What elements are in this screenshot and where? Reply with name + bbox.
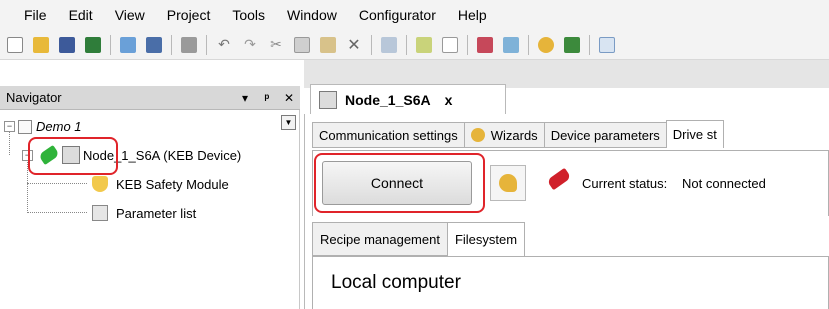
keb-compare-icon[interactable] [500, 34, 522, 56]
undo-icon[interactable]: ↶ [213, 34, 235, 56]
menu-edit[interactable]: Edit [57, 0, 103, 30]
menu-tools[interactable]: Tools [220, 0, 275, 30]
current-status-value: Not connected [682, 176, 766, 191]
close-icon[interactable]: ✕ [278, 91, 300, 105]
pin-icon[interactable]: ᵖ [256, 91, 278, 105]
export-icon[interactable] [561, 34, 583, 56]
tab-device-parameters[interactable]: Device parameters [543, 122, 667, 148]
keb-device-icon [319, 90, 337, 109]
page-icon[interactable] [439, 34, 461, 56]
toolbar-separator [406, 34, 407, 55]
paste-icon[interactable] [317, 34, 339, 56]
keb-config-icon[interactable] [117, 34, 139, 56]
navigator-title: Navigator [6, 90, 62, 105]
tree-label-safety-module: KEB Safety Module [116, 176, 229, 192]
toolbar: ↶ ↷ ✂ ✕ [0, 30, 829, 60]
current-status-label: Current status: [582, 176, 668, 191]
tab-drive-status[interactable]: Drive st [665, 120, 724, 148]
document-tab-label: Node_1_S6A [345, 91, 431, 108]
tree-item-safety-module[interactable]: KEB Safety Module [92, 176, 229, 192]
key-icon [499, 174, 517, 192]
collapse-icon[interactable]: − [4, 121, 15, 132]
open-icon[interactable] [30, 34, 52, 56]
tree-label-parameter-list: Parameter list [116, 205, 197, 221]
menu-view[interactable]: View [103, 0, 155, 30]
menu-help[interactable]: Help [446, 0, 497, 30]
tree-line [27, 183, 87, 184]
toolbar-separator [371, 34, 372, 55]
menu-configurator[interactable]: Configurator [347, 0, 446, 30]
keb-device-icon[interactable] [378, 34, 400, 56]
highlight-connect [314, 153, 485, 213]
close-icon[interactable]: x [445, 92, 453, 108]
menu-file[interactable]: File [12, 0, 57, 30]
tab-communication-settings[interactable]: Communication settings [312, 122, 465, 148]
new-icon[interactable] [4, 34, 26, 56]
toolbar-separator [467, 34, 468, 55]
tab-recipe-management[interactable]: Recipe management [312, 222, 448, 256]
key-button[interactable] [490, 165, 526, 201]
add-node-icon[interactable] [413, 34, 435, 56]
redo-icon[interactable]: ↷ [239, 34, 261, 56]
disconnected-plug-icon [546, 167, 572, 191]
document-tab-node[interactable]: Node_1_S6A x [310, 84, 506, 114]
tab-filesystem[interactable]: Filesystem [446, 222, 526, 256]
menu-project[interactable]: Project [155, 0, 221, 30]
drive-status-subtabs: Recipe management Filesystem [312, 222, 526, 256]
project-icon [18, 119, 32, 134]
cut-icon[interactable]: ✂ [265, 34, 287, 56]
tree-item-parameter-list[interactable]: Parameter list [92, 205, 196, 221]
import-icon[interactable] [82, 34, 104, 56]
menu-window[interactable]: Window [275, 0, 347, 30]
toolbar-separator [206, 34, 207, 55]
keb-save-icon[interactable] [143, 34, 165, 56]
toolbar-separator [528, 34, 529, 55]
chevron-down-icon[interactable]: ▾ [234, 91, 256, 105]
print-icon[interactable] [178, 34, 200, 56]
wand-icon [470, 128, 485, 142]
tab-wizards[interactable]: Wizards [463, 122, 545, 148]
toolbar-separator [110, 34, 111, 55]
device-subtabs: Communication settings Wizards Device pa… [312, 120, 724, 148]
keb-param-icon[interactable] [474, 34, 496, 56]
highlight-node-status [28, 137, 118, 175]
tree-line [27, 212, 87, 213]
tree-item-project[interactable]: − Demo 1 [4, 119, 82, 134]
tree-label-project: Demo 1 [36, 119, 82, 134]
parameter-list-icon [92, 205, 108, 221]
navigator-dropdown-button[interactable]: ▼ [281, 115, 296, 130]
local-computer-heading: Local computer [331, 272, 461, 293]
toolbar-separator [589, 34, 590, 55]
chart-icon[interactable] [596, 34, 618, 56]
menu-bar: File Edit View Project Tools Window Conf… [0, 0, 829, 30]
delete-icon[interactable]: ✕ [343, 34, 365, 56]
navigator-header: Navigator ▾ ᵖ ✕ [0, 86, 300, 110]
toolbar-separator [171, 34, 172, 55]
tab-wizards-label: Wizards [490, 127, 538, 143]
save-icon[interactable] [56, 34, 78, 56]
copy-icon[interactable] [291, 34, 313, 56]
key-icon[interactable] [535, 34, 557, 56]
shield-icon [92, 176, 108, 192]
